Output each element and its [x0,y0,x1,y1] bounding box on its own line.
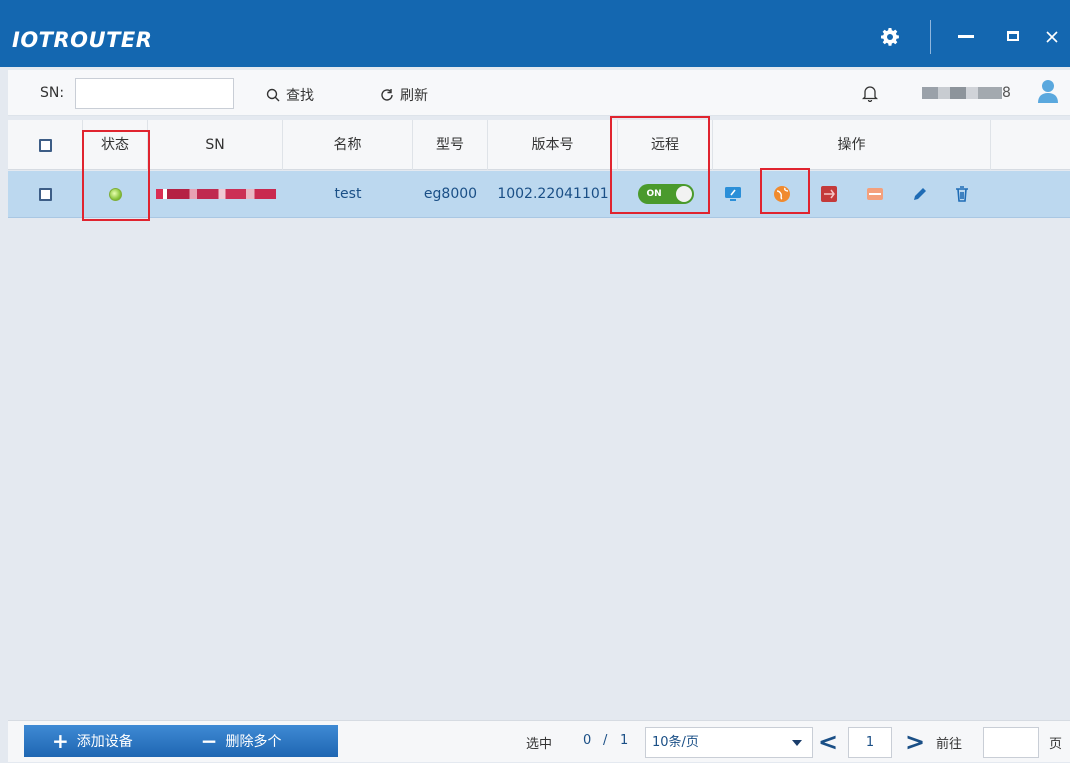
sn-redacted [155,189,276,199]
plus-icon: + [52,729,69,753]
add-device-button[interactable]: + 添加设备 − 删除多个 [24,725,338,757]
minimize-button[interactable] [958,35,974,38]
title-bar: IOTROUTER [0,0,1070,67]
search-icon [266,88,280,102]
sn-label: SN: [40,85,65,101]
maximize-button[interactable] [1007,31,1019,41]
close-icon[interactable] [1046,31,1058,43]
row-checkbox[interactable] [39,187,52,201]
goto-label: 前往 [936,737,963,752]
settings-gear-icon[interactable] [880,27,900,47]
refresh-icon [381,89,393,101]
header-actions: 操作 [713,120,991,170]
app-logo: IOTROUTER [12,28,153,52]
page-size-select[interactable]: 10条/页 [645,727,813,758]
delete-trash-icon[interactable] [953,185,971,203]
user-avatar-icon[interactable] [1037,78,1059,104]
row-version: 1002.22041101 [497,186,609,202]
current-page-field[interactable]: 1 [848,727,892,758]
remote-desktop-icon[interactable] [724,185,742,203]
toolbar: SN: 查找 刷新 8 [8,70,1070,116]
selected-label: 选中 [526,737,553,752]
add-device-label: 添加设备 [76,734,133,750]
search-button[interactable]: 查找 [266,85,314,105]
row-remote-cell: ON [618,171,713,218]
select-all-checkbox[interactable] [38,138,52,152]
header-status: 状态 [83,120,148,170]
page-size-value: 10条/页 [652,735,699,750]
total-count: 1 [620,733,629,748]
remote-toggle[interactable]: ON [637,184,694,204]
remote-toggle-knob [675,186,692,202]
refresh-button[interactable]: 刷新 [380,85,428,105]
row-sn-cell [148,171,283,218]
bell-icon[interactable] [862,84,878,102]
user-name-suffix: 8 [1002,85,1011,101]
page-unit-label: 页 [1049,737,1063,752]
header-name: 名称 [283,120,413,170]
delete-multiple-label[interactable]: 删除多个 [226,731,282,751]
chevron-down-icon [792,740,802,746]
header-model: 型号 [413,120,488,170]
selected-count: 0 [583,733,592,748]
device-table: 状态 SN 名称 型号 版本号 远程 操作 test eg8000 1002.2… [8,116,1070,710]
title-separator [930,20,931,54]
minus-icon[interactable]: − [201,729,218,753]
row-model: eg8000 [423,186,478,202]
prev-page-button[interactable]: < [818,727,838,757]
edit-pencil-icon[interactable] [911,185,929,203]
table-header: 状态 SN 名称 型号 版本号 远程 操作 [8,120,1070,170]
count-separator: / [603,733,608,748]
remote-toggle-label: ON [646,189,662,199]
web-access-globe-icon[interactable] [773,185,791,203]
row-select-cell[interactable] [8,171,83,218]
footer-bar: + 添加设备 − 删除多个 选中 0 / 1 10条/页 < 1 > 前往 页 [8,720,1070,762]
user-name: 8 [922,85,1011,101]
status-online-icon [109,187,122,201]
network-tunnel-icon[interactable] [820,185,838,203]
refresh-label: 刷新 [400,88,428,104]
row-status-cell [83,171,148,218]
user-name-redacted [922,87,1002,99]
header-remote: 远程 [618,120,713,170]
search-label: 查找 [286,88,314,104]
goto-page-input[interactable] [983,727,1039,758]
header-version: 版本号 [488,120,618,170]
header-sn: SN [148,120,283,170]
sn-search-input[interactable] [75,78,234,109]
header-select-all[interactable] [8,120,83,170]
row-name: test [334,186,362,202]
next-page-button[interactable]: > [905,727,925,757]
table-row[interactable]: test eg8000 1002.22041101 ON [8,171,1070,218]
vpn-router-icon[interactable] [866,185,884,203]
